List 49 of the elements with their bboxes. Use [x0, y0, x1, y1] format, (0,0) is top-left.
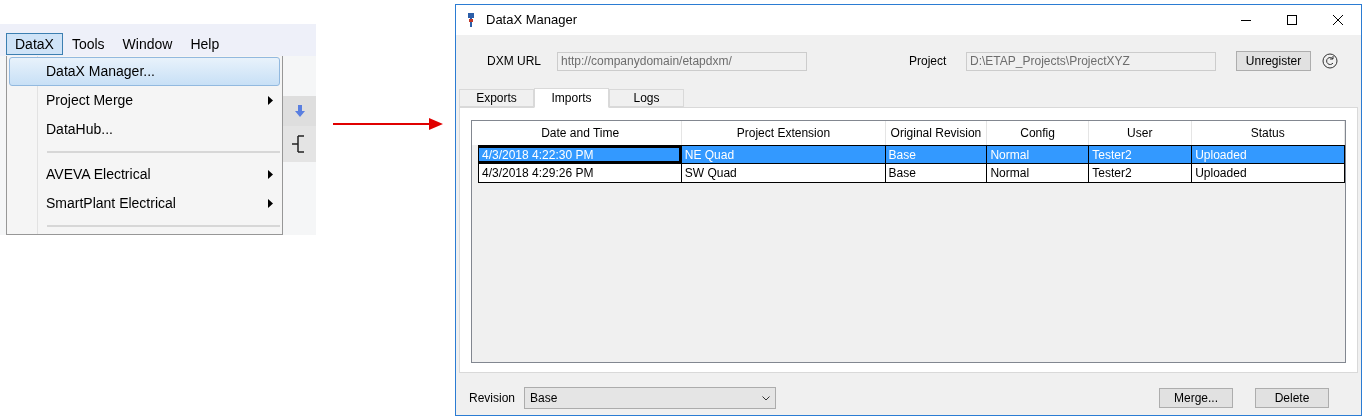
menu-bar-item[interactable]: DataX: [6, 33, 63, 55]
menu-bar-item[interactable]: Window: [113, 33, 182, 55]
table-cell: Tester2: [1088, 164, 1192, 182]
menu-item[interactable]: AVEVA Electrical: [9, 160, 280, 189]
table-cell: 4/3/2018 4:22:30 PM: [478, 146, 681, 163]
menu-item-label: DataHub...: [46, 120, 113, 139]
table-cell: Normal: [986, 164, 1089, 182]
app-icon: [466, 12, 476, 28]
maximize-icon: [1287, 15, 1297, 25]
menu-item[interactable]: Project Merge: [9, 86, 280, 115]
down-arrow-icon: [293, 105, 306, 117]
table-cell: 4/3/2018 4:29:26 PM: [478, 164, 681, 182]
table-cell: Base: [884, 164, 987, 182]
menu-item[interactable]: SmartPlant Electrical: [9, 189, 280, 218]
arrow-icon: [333, 116, 443, 131]
table-cell: Normal: [986, 146, 1089, 163]
dxm-url-field[interactable]: http://companydomain/etapdxm/: [557, 51, 807, 71]
unregister-button[interactable]: Unregister: [1236, 51, 1311, 71]
tab[interactable]: Imports: [534, 88, 609, 108]
close-icon: [1333, 15, 1343, 25]
table-cell: NE Quad: [680, 146, 885, 163]
menu-item-label: Project Merge: [46, 91, 134, 110]
menu-item[interactable]: DataHub...: [9, 115, 280, 144]
chevron-down-icon: [762, 395, 770, 401]
menu-item-label: AVEVA Electrical: [46, 165, 151, 184]
dxm-url-label: DXM URL: [487, 53, 542, 70]
refresh-icon: [1322, 53, 1338, 69]
minimize-icon: [1241, 19, 1251, 21]
project-field[interactable]: D:\ETAP_Projects\ProjectXYZ: [966, 51, 1216, 71]
dialog-button[interactable]: Delete: [1255, 388, 1329, 408]
table-cell: Uploaded: [1191, 146, 1345, 163]
menu-bar-item[interactable]: Tools: [62, 33, 114, 55]
table-row[interactable]: 4/3/2018 4:29:26 PM SW Quad Base Normal Tester2 Uploaded: [478, 164, 1345, 183]
table-cell: Uploaded: [1191, 164, 1345, 182]
menu-item[interactable]: DataX Manager...: [9, 57, 280, 86]
table-cell: SW Quad: [680, 164, 885, 182]
menu-bar-item[interactable]: Help: [181, 33, 229, 55]
tab[interactable]: Logs: [609, 89, 684, 107]
revision-dropdown[interactable]: Base: [524, 387, 776, 409]
window-title: DataX Manager: [486, 11, 578, 30]
table-cell: Tester2: [1088, 146, 1192, 163]
menu-item-label: SmartPlant Electrical: [46, 194, 176, 213]
dialog-button[interactable]: Merge...: [1159, 388, 1233, 408]
tab[interactable]: Exports: [459, 89, 534, 107]
project-label: Project: [909, 53, 948, 70]
menu-item-label: DataX Manager...: [46, 62, 155, 81]
table-cell: Base: [884, 146, 987, 163]
revision-label: Revision: [469, 390, 517, 407]
refresh-button[interactable]: [1321, 52, 1339, 70]
